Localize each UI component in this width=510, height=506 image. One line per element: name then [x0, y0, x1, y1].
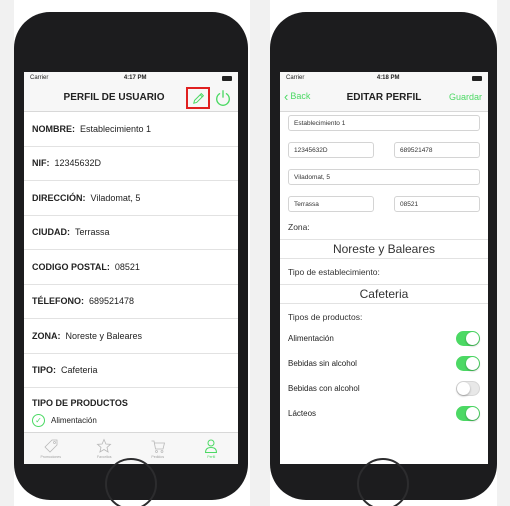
field-value: 08521: [114, 261, 140, 272]
product-label: Alimentación: [51, 416, 97, 425]
user-icon: [205, 439, 218, 453]
home-button[interactable]: [357, 458, 409, 506]
field-row-codigo-postal: CODIGO POSTAL: 08521: [24, 250, 238, 285]
pencil-icon: [192, 92, 204, 104]
field-value: 12345632D: [54, 158, 102, 169]
field-row-tipo: TIPO: Cafeteria: [24, 354, 238, 388]
input-row: 12345632D 689521478: [288, 142, 480, 158]
profile-screen: Carrier 4:17 PM PERFIL DE USUARIO NOMBRE…: [24, 72, 238, 464]
field-label: TÉLEFONO:: [32, 296, 84, 307]
tipo-picker[interactable]: Cafeteria: [280, 284, 488, 304]
field-label: CIUDAD:: [32, 227, 70, 238]
postal-code-input[interactable]: 08521: [394, 196, 480, 212]
field-row-ciudad: CIUDAD: Terrassa: [24, 216, 238, 250]
carrier-label: Carrier: [286, 75, 305, 81]
alimentacion-toggle[interactable]: [456, 331, 480, 346]
power-icon[interactable]: [214, 89, 232, 107]
name-input[interactable]: Establecimiento 1: [288, 115, 480, 131]
field-label: DIRECCIÓN:: [32, 192, 86, 203]
field-label: CODIGO POSTAL:: [32, 261, 110, 272]
toggle-row-bebidas-con-alcohol: Bebidas con alcohol: [280, 376, 488, 401]
tab-label: Favoritos: [97, 455, 112, 459]
toggle-knob: [466, 332, 479, 345]
phone-frame-right: Carrier 4:18 PM ‹ Back EDITAR PERFIL Gua…: [270, 12, 497, 506]
page-title: PERFIL DE USUARIO: [63, 92, 165, 103]
toggle-label: Bebidas con alcohol: [288, 384, 360, 393]
city-input[interactable]: Terrassa: [288, 196, 374, 212]
field-label: NIF:: [32, 158, 50, 169]
status-time: 4:17 PM: [123, 75, 147, 81]
navigation-bar: ‹ Back EDITAR PERFIL Guardar: [280, 84, 488, 112]
nif-input[interactable]: 12345632D: [288, 142, 374, 158]
toggle-row-lacteos: Lácteos: [280, 401, 488, 426]
bebidas-con-alcohol-toggle[interactable]: [456, 381, 480, 396]
tab-label: Pedidos: [151, 455, 165, 459]
save-button[interactable]: Guardar: [449, 92, 482, 102]
zona-label: Zona:: [288, 222, 310, 232]
tab-label: Promociones: [40, 455, 61, 459]
back-label: Back: [290, 91, 311, 101]
cart-icon: [151, 440, 165, 453]
address-input[interactable]: Viladomat, 5: [288, 169, 480, 185]
tab-label: Perfil: [207, 455, 216, 459]
background-strip: [497, 0, 510, 506]
products-label: Tipos de productos:: [288, 312, 363, 322]
toggle-knob: [466, 407, 479, 420]
navigation-bar: PERFIL DE USUARIO: [24, 84, 238, 112]
field-value: Cafeteria: [61, 365, 98, 376]
toggle-label: Bebidas sin alcohol: [288, 359, 357, 368]
screenshot-stage: Carrier 4:17 PM PERFIL DE USUARIO NOMBRE…: [0, 0, 510, 506]
field-value: Noreste y Baleares: [65, 330, 143, 341]
carrier-label: Carrier: [30, 75, 49, 81]
tab-perfil[interactable]: Perfil: [185, 433, 239, 464]
field-label: NOMBRE:: [32, 123, 75, 134]
edit-profile-screen: Carrier 4:18 PM ‹ Back EDITAR PERFIL Gua…: [280, 72, 488, 464]
phone-frame-left: Carrier 4:17 PM PERFIL DE USUARIO NOMBRE…: [14, 12, 248, 506]
field-value: Terrassa: [75, 227, 110, 238]
edit-profile-button[interactable]: [186, 87, 210, 109]
toggle-knob: [466, 357, 479, 370]
field-row-telefono: TÉLEFONO: 689521478: [24, 285, 238, 319]
field-value: 689521478: [89, 296, 135, 307]
battery-icon: [222, 75, 232, 81]
toggle-row-bebidas-sin-alcohol: Bebidas sin alcohol: [280, 351, 488, 376]
status-bar: Carrier 4:18 PM: [280, 72, 488, 84]
status-time: 4:18 PM: [376, 75, 400, 81]
background-strip: [250, 0, 270, 506]
field-row-zona: ZONA: Noreste y Baleares: [24, 319, 238, 354]
back-button[interactable]: ‹ Back: [284, 88, 311, 104]
background-strip: [0, 0, 14, 506]
battery-icon: [472, 75, 482, 81]
field-label: ZONA:: [32, 330, 61, 341]
zona-picker[interactable]: Noreste y Baleares: [280, 239, 488, 259]
product-item: ✓ Alimentación: [24, 408, 238, 433]
toggle-label: Lácteos: [288, 409, 317, 418]
home-button[interactable]: [105, 458, 157, 506]
lacteos-toggle[interactable]: [456, 406, 480, 421]
tipo-label: Tipo de establecimiento:: [288, 267, 380, 277]
products-header: TIPO DE PRODUCTOS: [32, 398, 128, 408]
page-title: EDITAR PERFIL: [346, 92, 422, 103]
status-bar: Carrier 4:17 PM: [24, 72, 238, 84]
checkmark-icon: ✓: [32, 414, 45, 427]
tag-icon: [44, 439, 58, 453]
chevron-left-icon: ‹: [284, 88, 289, 104]
field-row-nombre: NOMBRE: Establecimiento 1: [24, 112, 238, 147]
profile-field-list: NOMBRE: Establecimiento 1 NIF: 12345632D…: [24, 112, 238, 388]
toggle-knob: [457, 382, 470, 395]
tab-promociones[interactable]: Promociones: [24, 433, 78, 464]
field-row-nif: NIF: 12345632D: [24, 147, 238, 181]
toggle-row-alimentacion: Alimentación: [280, 326, 488, 351]
field-label: TIPO:: [32, 365, 56, 376]
edit-form: Establecimiento 1 12345632D 689521478 Vi…: [280, 112, 488, 212]
input-row: Terrassa 08521: [288, 196, 480, 212]
field-row-direccion: DIRECCIÓN: Viladomat, 5: [24, 181, 238, 216]
star-icon: [96, 438, 112, 453]
field-value: Establecimiento 1: [80, 123, 152, 134]
field-value: Viladomat, 5: [90, 192, 141, 203]
phone-input[interactable]: 689521478: [394, 142, 480, 158]
bebidas-sin-alcohol-toggle[interactable]: [456, 356, 480, 371]
toggle-label: Alimentación: [288, 334, 334, 343]
